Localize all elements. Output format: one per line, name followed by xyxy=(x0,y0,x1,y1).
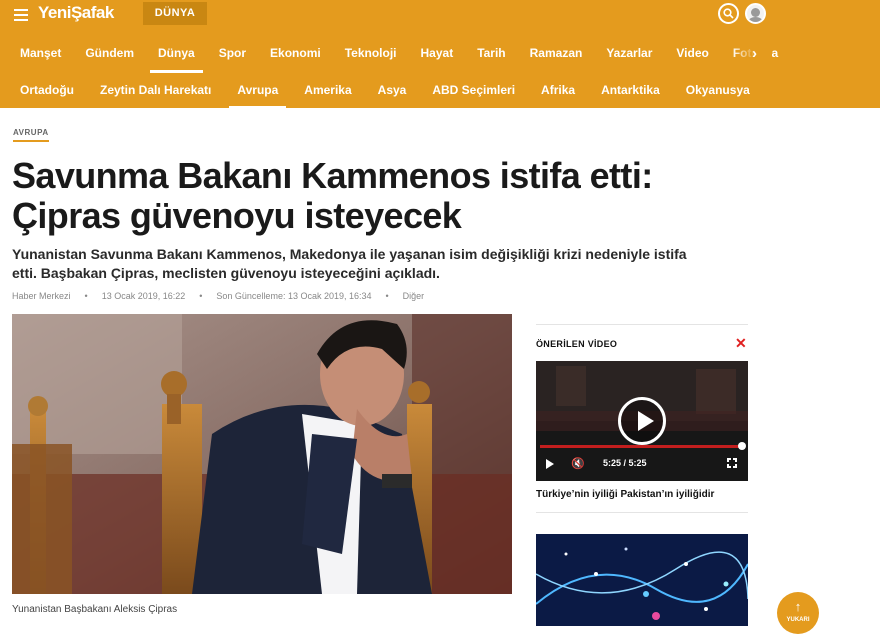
main-nav-item-6[interactable]: Hayat xyxy=(421,46,454,60)
play-small-icon[interactable] xyxy=(546,459,554,469)
back-to-top-button[interactable]: ↑ YUKARI xyxy=(777,592,819,634)
article-summary: Yunanistan Savunma Bakanı Kammenos, Make… xyxy=(12,246,687,281)
main-nav-item-3[interactable]: Spor xyxy=(219,46,246,60)
category-underline xyxy=(13,140,49,142)
sub-nav-item-0[interactable]: Ortadoğu xyxy=(20,83,74,97)
sub-nav-item-2[interactable]: Avrupa xyxy=(229,83,287,109)
main-nav-item-10[interactable]: Video xyxy=(676,46,708,60)
article-published: 13 Ocak 2019, 16:22 xyxy=(101,291,186,301)
back-to-top-label: YUKARI xyxy=(786,617,810,623)
main-nav-item-5[interactable]: Teknoloji xyxy=(345,46,397,60)
video-title[interactable]: Türkiye’nin iyiliği Pakistan’ın iyiliğid… xyxy=(536,489,748,500)
search-icon[interactable] xyxy=(718,3,739,24)
user-avatar-icon[interactable] xyxy=(745,3,766,24)
video-progress-bar[interactable] xyxy=(540,445,743,448)
article-photo xyxy=(12,314,512,594)
photo-caption: Yunanistan Başbakanı Aleksis Çipras xyxy=(12,604,178,615)
site-logo[interactable]: YeniŞafak xyxy=(38,3,114,23)
section-badge[interactable]: DÜNYA xyxy=(143,2,207,25)
article-category[interactable]: AVRUPA xyxy=(13,128,49,137)
site-header: YeniŞafak DÜNYA Manşet Gündem Dünya Spor Eko… xyxy=(0,0,880,109)
hamburger-icon[interactable] xyxy=(14,9,28,21)
article-author[interactable]: Haber Merkezi xyxy=(12,291,71,301)
arrow-up-icon: ↑ xyxy=(794,599,802,614)
main-nav-item-1[interactable]: Gündem xyxy=(85,46,134,60)
main-nav-item-9[interactable]: Yazarlar xyxy=(606,46,652,60)
article-updated: Son Güncelleme: 13 Ocak 2019, 16:34 xyxy=(216,291,372,301)
sub-nav-item-7[interactable]: Antarktika xyxy=(601,83,660,97)
sub-nav-item-8[interactable]: Okyanusya xyxy=(686,83,750,97)
close-icon[interactable]: ✕ xyxy=(735,335,747,352)
sub-nav-item-3[interactable]: Amerika xyxy=(304,83,351,97)
chevron-right-icon[interactable]: › xyxy=(752,45,757,62)
header-top-row: YeniŞafak DÜNYA xyxy=(0,0,880,36)
article-meta: Haber Merkezi • 13 Ocak 2019, 16:22 • So… xyxy=(12,291,425,301)
sidebar-divider xyxy=(536,324,748,325)
main-nav: Manşet Gündem Dünya Spor Ekonomi Teknoloji Hay… xyxy=(0,36,880,73)
play-icon[interactable] xyxy=(618,397,666,445)
sub-nav-item-5[interactable]: ABD Seçimleri xyxy=(432,83,515,97)
main-nav-item-7[interactable]: Tarih xyxy=(477,46,505,60)
mute-icon[interactable]: 🔇 xyxy=(571,457,585,470)
recommended-video-title: ÖNERİLEN VİDEO xyxy=(536,339,618,349)
sub-nav-item-1[interactable]: Zeytin Dalı Harekatı xyxy=(100,83,211,97)
video-time: 5:25 / 5:25 xyxy=(603,458,647,468)
article-headline: Savunma Bakanı Kammenos istifa etti: Çip… xyxy=(12,155,653,236)
article-tag[interactable]: Diğer xyxy=(403,291,425,301)
sidebar-divider xyxy=(536,512,748,513)
video-progress-knob[interactable] xyxy=(738,442,746,450)
main-nav-item-2[interactable]: Dünya xyxy=(150,46,203,73)
main-nav-item-8[interactable]: Ramazan xyxy=(530,46,583,60)
sub-nav-item-4[interactable]: Asya xyxy=(378,83,407,97)
video-player[interactable]: 🔇 5:25 / 5:25 xyxy=(536,361,748,481)
main-nav-item-4[interactable]: Ekonomi xyxy=(270,46,321,60)
sub-nav-item-6[interactable]: Afrika xyxy=(541,83,575,97)
sub-nav: Ortadoğu Zeytin Dalı Harekatı Avrupa Amerik… xyxy=(0,72,880,109)
video-thumbnail[interactable] xyxy=(536,534,748,626)
main-nav-item-0[interactable]: Manşet xyxy=(20,46,61,60)
fullscreen-icon[interactable] xyxy=(726,457,738,469)
